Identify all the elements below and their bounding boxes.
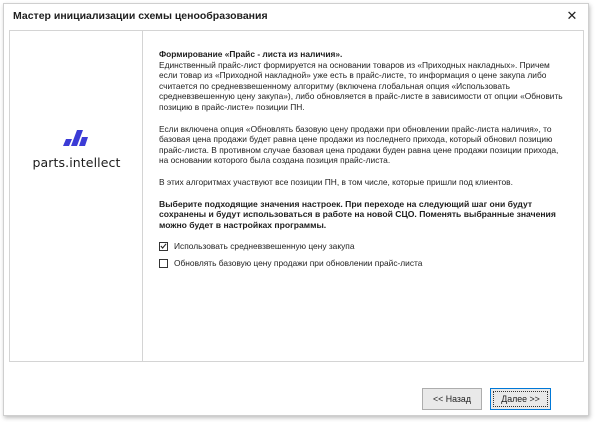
paragraph-algorithms: В этих алгоритмах участвуют все позиции … [159, 176, 513, 187]
parts-intellect-logo-icon [63, 130, 88, 146]
options-group: Использовать средневзвешенную цену закуп… [159, 240, 569, 269]
back-button[interactable]: << Назад [422, 388, 482, 410]
title-bar: Мастер инициализации схемы ценообразован… [4, 4, 588, 30]
window-title: Мастер инициализации схемы ценообразован… [13, 10, 268, 22]
checkmark-icon [160, 243, 167, 250]
brand-panel: parts.intellect [10, 31, 143, 361]
close-icon[interactable]: ✕ [562, 6, 582, 26]
weighted-price-label: Использовать средневзвешенную цену закуп… [174, 241, 355, 252]
brand-name: parts.intellect [32, 155, 121, 170]
paragraph-base-price: Если включена опция «Обновлять базовую ц… [159, 123, 559, 166]
option-weighted-price[interactable]: Использовать средневзвешенную цену закуп… [159, 240, 569, 252]
description-panel: Формирование «Прайс - листа из наличия».… [159, 49, 569, 274]
section-heading: Формирование «Прайс - листа из наличия». [159, 49, 343, 59]
focus-rect [493, 391, 548, 407]
wizard-content: parts.intellect Формирование «Прайс - ли… [9, 30, 584, 362]
paragraph-price-list: Единственный прайс-лист формируется на о… [159, 59, 563, 112]
paragraph-instructions: Выберите подходящие значения настроек. П… [159, 198, 556, 230]
weighted-price-checkbox[interactable] [159, 241, 168, 251]
option-update-base-price[interactable]: Обновлять базовую цену продажи при обнов… [159, 257, 569, 269]
wizard-dialog: Мастер инициализации схемы ценообразован… [3, 3, 589, 416]
next-button[interactable]: Далее >> [490, 388, 551, 410]
update-base-price-checkbox[interactable] [159, 258, 168, 268]
update-base-price-label: Обновлять базовую цену продажи при обнов… [174, 258, 423, 269]
